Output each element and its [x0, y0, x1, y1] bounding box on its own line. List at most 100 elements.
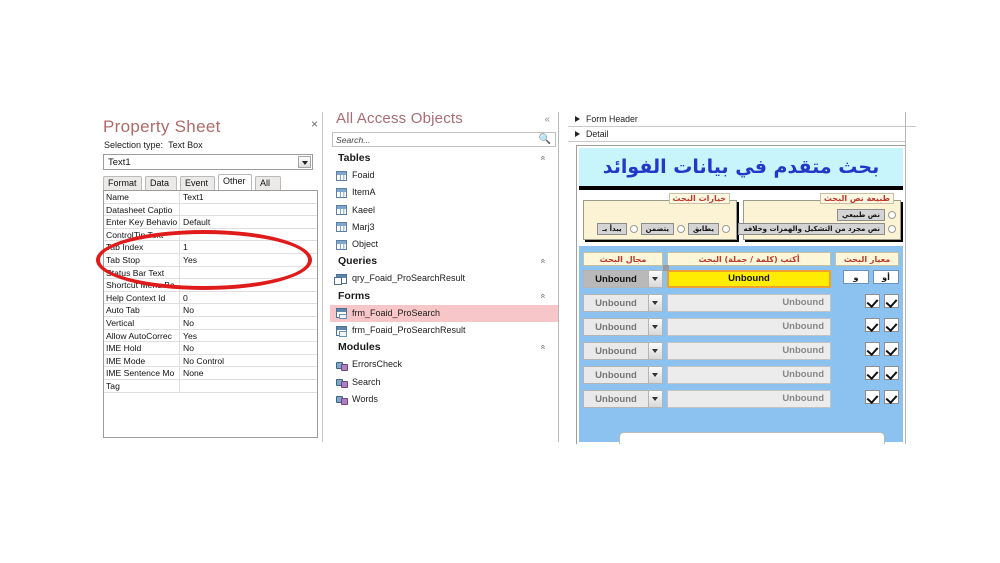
criteria-checkbox[interactable] — [865, 342, 880, 356]
collapse-pane-icon[interactable]: « — [544, 114, 550, 125]
nav-item[interactable]: Foaid — [330, 167, 558, 184]
chevron-up-icon[interactable]: « — [538, 345, 548, 350]
property-tab-all[interactable]: All — [255, 176, 281, 190]
field-combo[interactable]: Unbound — [583, 366, 663, 384]
radio-button-text-type[interactable] — [888, 225, 896, 233]
criteria-checkbox[interactable] — [884, 318, 899, 332]
nav-item[interactable]: ErrorsCheck — [330, 356, 558, 373]
chevron-up-icon[interactable]: « — [538, 259, 548, 264]
nav-item[interactable]: frm_Foaid_ProSearchResult — [330, 322, 558, 339]
chevron-down-icon[interactable] — [648, 343, 662, 359]
field-combo[interactable]: Unbound — [583, 294, 663, 312]
close-icon[interactable]: × — [311, 118, 318, 130]
nav-item[interactable]: Search — [330, 374, 558, 391]
keyword-input[interactable]: Unbound — [667, 294, 831, 312]
property-row-value[interactable]: No Control — [180, 355, 317, 367]
field-combo[interactable]: Unbound — [583, 342, 663, 360]
chevron-down-icon[interactable] — [648, 391, 662, 407]
property-row[interactable]: Tab Index 1 — [104, 241, 317, 254]
nav-search-box[interactable]: Search... 🔍 — [332, 132, 556, 147]
property-row-value[interactable]: No — [180, 317, 317, 329]
object-selector-combo[interactable]: Text1 — [103, 154, 313, 170]
property-row-value[interactable]: 0 — [180, 292, 317, 304]
radio-label-text-type[interactable]: نص طبيعي — [837, 209, 885, 221]
criteria-checkbox[interactable] — [884, 366, 899, 380]
field-combo[interactable]: Unbound — [583, 318, 663, 336]
radio-label-search-option[interactable]: يبدأ بـ — [597, 223, 627, 235]
property-row-value[interactable]: None — [180, 367, 317, 379]
nav-group-forms[interactable]: Forms « — [330, 287, 558, 305]
property-tab-format[interactable]: Format — [103, 176, 142, 190]
property-row-value[interactable]: 1 — [180, 241, 317, 253]
nav-group-modules[interactable]: Modules « — [330, 339, 558, 357]
property-row[interactable]: Tag — [104, 379, 317, 393]
property-row[interactable]: Name Text1 — [104, 191, 317, 204]
vertical-scrollbar[interactable] — [905, 128, 916, 444]
property-row-value[interactable]: Text1 — [180, 191, 317, 203]
radio-button-search-option[interactable] — [629, 225, 638, 233]
property-row-value[interactable] — [180, 229, 317, 241]
criteria-checkbox[interactable] — [884, 390, 899, 404]
section-band-form-header[interactable]: Form Header — [568, 112, 916, 127]
nav-item[interactable]: frm_Foaid_ProSearch — [330, 304, 558, 323]
nav-item[interactable]: Object — [330, 236, 558, 253]
nav-group-tables[interactable]: Tables « — [330, 150, 558, 167]
chevron-up-icon[interactable]: « — [538, 293, 548, 298]
radio-label-text-type[interactable]: نص مجرد من التشكيل والهمزات وخلافه — [738, 223, 885, 235]
keyword-input[interactable]: Unbound — [663, 265, 831, 288]
or-button[interactable]: أو — [873, 270, 899, 284]
property-row-value[interactable] — [180, 279, 317, 291]
expand-triangle-icon[interactable] — [575, 130, 580, 137]
property-row-value[interactable]: No — [180, 342, 317, 354]
radio-label-search-option[interactable]: يتضمن — [640, 223, 674, 235]
chevron-down-icon[interactable] — [648, 271, 662, 287]
property-row-value[interactable]: Default — [180, 216, 317, 228]
radio-button-search-option[interactable] — [676, 225, 685, 233]
property-row[interactable]: Shortcut Menu Ba — [104, 279, 317, 292]
criteria-checkbox[interactable] — [884, 294, 899, 308]
keyword-input[interactable]: Unbound — [667, 318, 831, 336]
property-row[interactable]: Tab Stop Yes — [104, 253, 317, 267]
chevron-down-icon[interactable] — [648, 367, 662, 383]
property-row-value[interactable]: Yes — [180, 330, 317, 342]
property-row-value[interactable]: Yes — [180, 254, 317, 266]
property-row-value[interactable] — [180, 380, 317, 392]
criteria-checkbox[interactable] — [865, 318, 880, 332]
property-row-value[interactable] — [180, 204, 317, 216]
section-band-detail[interactable]: Detail — [568, 127, 916, 142]
nav-item[interactable]: Marj3 — [330, 219, 558, 236]
nav-search-input[interactable]: Search... — [336, 135, 370, 145]
criteria-checkbox[interactable] — [865, 390, 880, 404]
property-row[interactable]: Allow AutoCorrec Yes — [104, 329, 317, 343]
criteria-checkbox[interactable] — [865, 294, 880, 308]
keyword-input[interactable]: Unbound — [667, 390, 831, 408]
nav-item[interactable]: qry_Foaid_ProSearchResult — [330, 270, 558, 287]
property-tab-data[interactable]: Data — [145, 176, 177, 190]
criteria-checkbox[interactable] — [865, 366, 880, 380]
property-tab-other[interactable]: Other — [218, 174, 252, 190]
property-row[interactable]: Datasheet Captio — [104, 203, 317, 217]
property-row[interactable]: Status Bar Text — [104, 266, 317, 280]
chevron-down-icon[interactable] — [648, 319, 662, 335]
property-row[interactable]: Auto Tab No — [104, 304, 317, 317]
resize-handle[interactable] — [663, 265, 669, 271]
keyword-input[interactable]: Unbound — [667, 342, 831, 360]
property-row[interactable]: ControlTip Text — [104, 228, 317, 242]
criteria-checkbox[interactable] — [884, 342, 899, 356]
expand-triangle-icon[interactable] — [575, 115, 580, 122]
nav-item[interactable]: Kaeel — [330, 202, 558, 219]
property-row-value[interactable] — [180, 267, 317, 279]
property-row[interactable]: IME Hold No — [104, 342, 317, 355]
property-row[interactable]: IME Mode No Control — [104, 354, 317, 368]
property-tab-event[interactable]: Event — [180, 176, 215, 190]
property-row[interactable]: IME Sentence Mo None — [104, 367, 317, 380]
field-combo[interactable]: Unbound — [583, 390, 663, 408]
property-row[interactable]: Help Context Id 0 — [104, 291, 317, 305]
property-row[interactable]: Enter Key Behavio Default — [104, 216, 317, 229]
radio-button-text-type[interactable] — [888, 211, 896, 219]
nav-item[interactable]: Words — [330, 391, 558, 408]
chevron-down-icon[interactable] — [298, 156, 311, 168]
chevron-down-icon[interactable] — [648, 295, 662, 311]
nav-item[interactable]: ItemA — [330, 184, 558, 201]
chevron-up-icon[interactable]: « — [538, 155, 548, 160]
